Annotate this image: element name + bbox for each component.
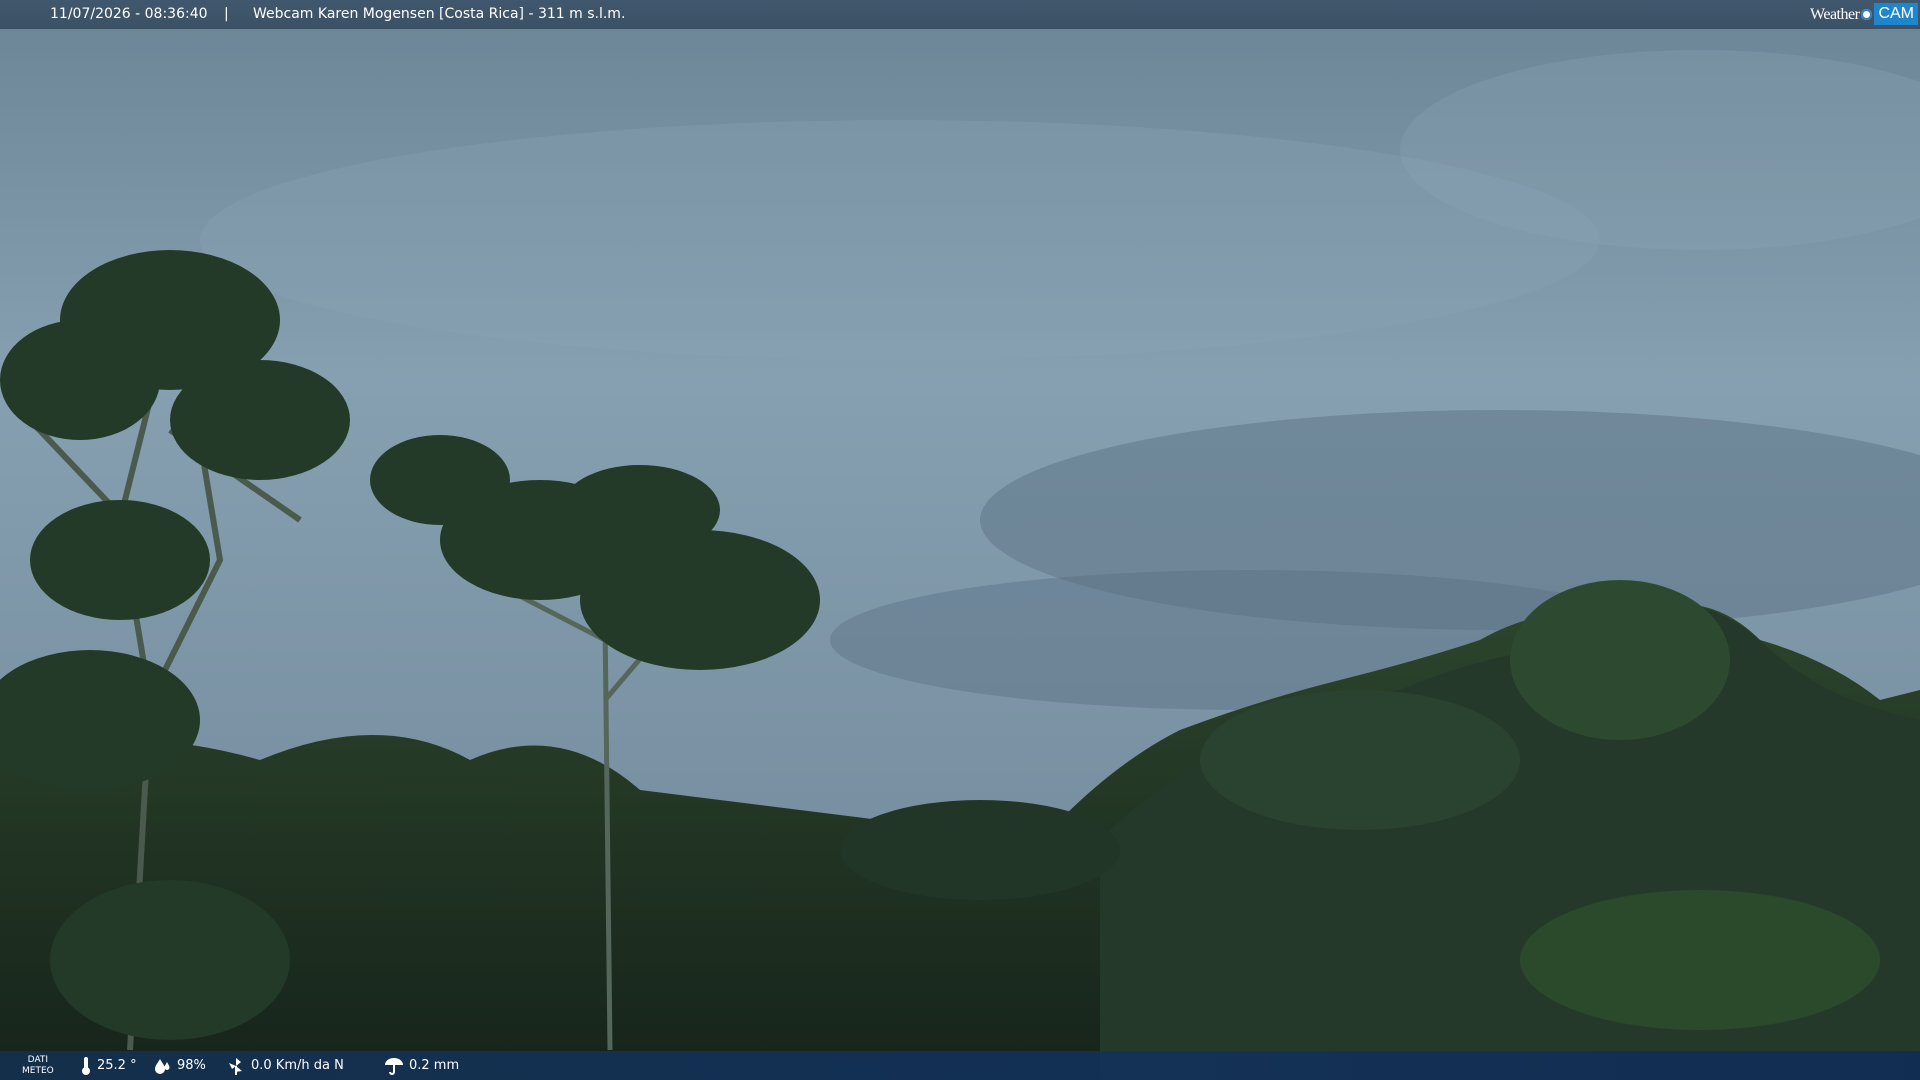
humidity-icon (155, 1058, 170, 1074)
foliage (1520, 890, 1880, 1030)
humidity-reading: 98% (152, 1051, 206, 1080)
foliage (840, 800, 1120, 900)
foliage (1200, 690, 1520, 830)
logo-cam: CAM (1874, 3, 1918, 25)
foliage (1510, 580, 1730, 740)
wind-reading: 0.0 Km/h da N (226, 1051, 344, 1080)
rain-value: 0.2 mm (409, 1058, 460, 1073)
logo-dot-icon (1861, 8, 1873, 20)
cloud (200, 120, 1600, 360)
rain-reading: 0.2 mm (384, 1051, 459, 1080)
webcam-title: Webcam Karen Mogensen [Costa Rica] - 311… (253, 6, 626, 22)
weather-data-bar: DATI METEO 25.2 ° 98% 0.0 Km/h da N 0.2 … (0, 1051, 1920, 1080)
timestamp: 11/07/2026 - 08:36:40 (50, 6, 208, 22)
wind-icon (229, 1057, 242, 1075)
webcam-image (0, 0, 1920, 1080)
temperature-value: 25.2 ° (97, 1058, 137, 1073)
weather-label: DATI METEO (22, 1055, 54, 1076)
thermometer-icon (82, 1056, 90, 1075)
logo-word: Weather (1810, 5, 1860, 23)
wind-value: 0.0 Km/h da N (251, 1058, 344, 1073)
rain-icon (385, 1057, 403, 1075)
temperature-reading: 25.2 ° (80, 1051, 137, 1080)
weathercam-logo[interactable]: Weather CAM (1810, 3, 1918, 25)
top-info-bar: 11/07/2026 - 08:36:40 | Webcam Karen Mog… (0, 0, 1920, 29)
humidity-value: 98% (177, 1058, 206, 1073)
separator: | (224, 6, 229, 22)
